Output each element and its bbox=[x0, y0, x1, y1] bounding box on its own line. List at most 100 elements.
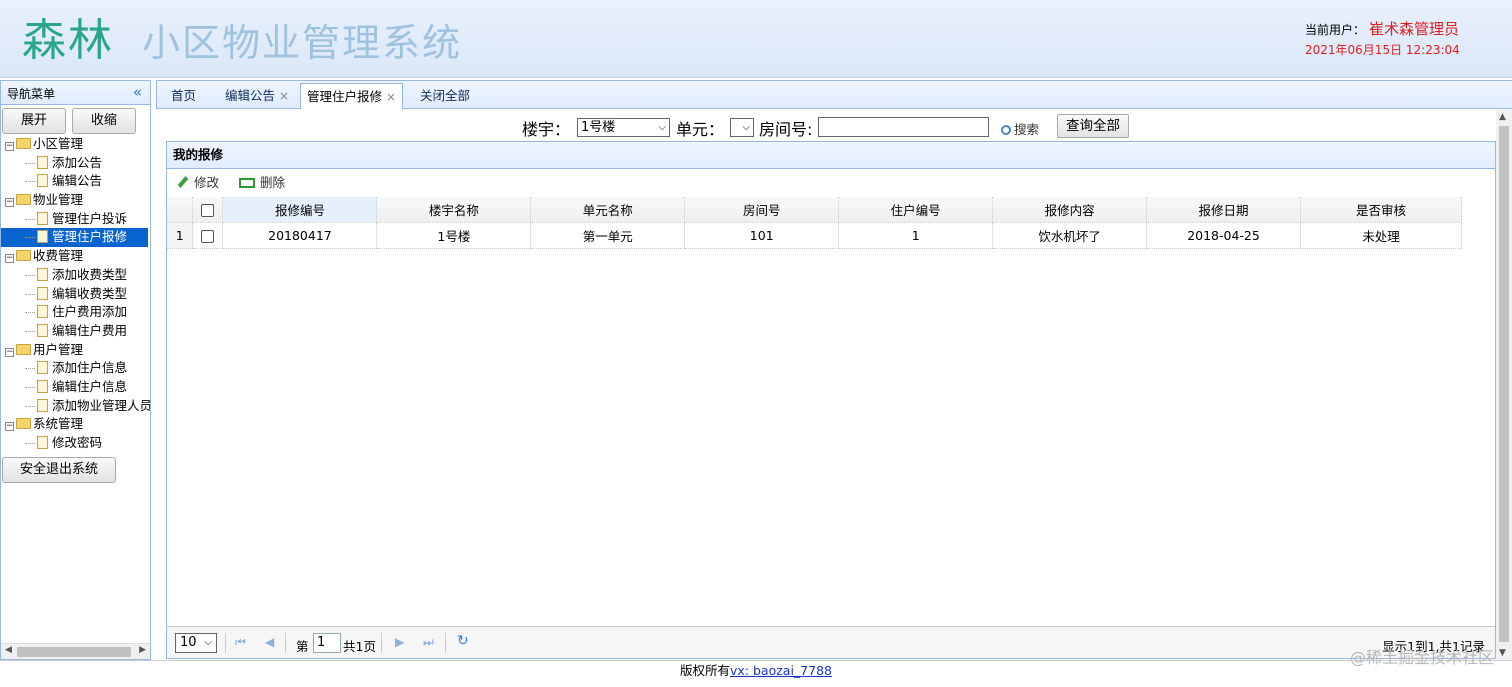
folder-icon bbox=[16, 194, 31, 206]
contact-link[interactable]: vx: baozai_7788 bbox=[730, 663, 832, 678]
sidebar-horizontal-scrollbar[interactable]: ◀ ▶ bbox=[1, 643, 150, 659]
tree-group-fees[interactable]: − 收费管理 bbox=[1, 247, 150, 266]
tree-group-system[interactable]: − 系统管理 bbox=[1, 415, 150, 434]
sidebar-item-add-resident[interactable]: 添加住户信息 bbox=[1, 359, 150, 378]
copyright-text: 版权所有 bbox=[680, 663, 731, 678]
page-number-input[interactable]: 1 bbox=[313, 633, 341, 653]
search-button[interactable]: 搜索 bbox=[1001, 119, 1039, 138]
column-header[interactable]: 报修编号 bbox=[222, 197, 378, 223]
file-icon bbox=[37, 323, 48, 337]
column-header[interactable]: 楼宇名称 bbox=[376, 197, 532, 223]
pager-divider bbox=[285, 633, 286, 653]
collapse-sidebar-icon[interactable]: « bbox=[133, 83, 142, 101]
select-all-checkbox[interactable] bbox=[201, 203, 215, 217]
sidebar-item-change-password[interactable]: 修改密码 bbox=[1, 434, 150, 453]
minus-icon[interactable]: − bbox=[5, 422, 14, 432]
pager-divider bbox=[445, 633, 446, 653]
sidebar-item-edit-resident-fee[interactable]: 编辑住户费用 bbox=[1, 322, 150, 341]
tab-close-all[interactable]: 关闭全部 bbox=[414, 83, 476, 109]
column-header[interactable]: 报修日期 bbox=[1146, 197, 1301, 223]
close-icon[interactable]: × bbox=[386, 90, 396, 104]
column-header[interactable]: 是否审核 bbox=[1300, 197, 1463, 223]
minus-icon[interactable]: − bbox=[5, 142, 14, 151]
pagination-bar: 10 ⌵ ⏮ ◀ 第 1 共1页 ▶ ⏭ ↻ 显示1到1,共1记录 bbox=[167, 626, 1495, 658]
sidebar-item-add-staff[interactable]: 添加物业管理人员 bbox=[1, 397, 150, 416]
building-select[interactable]: 1号楼 ⌵ bbox=[577, 118, 670, 137]
tree-group-label: 物业管理 bbox=[33, 192, 84, 208]
unit-select[interactable]: ⌵ bbox=[730, 118, 754, 137]
tab-content: 楼宇： 1号楼 ⌵ 单元： ⌵ 房间号: 搜索 查询全部 我的报修 修改 删除 报… bbox=[156, 110, 1512, 660]
sidebar-item-add-notice[interactable]: 添加公告 bbox=[1, 154, 150, 173]
delete-button[interactable]: 删除 bbox=[223, 175, 285, 190]
refresh-icon[interactable]: ↻ bbox=[457, 633, 469, 649]
collapse-button[interactable]: 收缩 bbox=[71, 108, 136, 134]
sidebar-item-label: 添加物业管理人员 bbox=[52, 397, 151, 413]
page-size-select[interactable]: 10 ⌵ bbox=[175, 633, 217, 653]
sidebar-item-complaints[interactable]: 管理住户投诉 bbox=[1, 210, 150, 229]
tab-manage-repairs[interactable]: 管理住户报修 × bbox=[300, 83, 404, 110]
column-header[interactable]: 住户编号 bbox=[838, 197, 994, 223]
scroll-left-icon[interactable]: ◀ bbox=[5, 645, 12, 655]
table-cell: 第一单元 bbox=[530, 222, 686, 249]
chevron-down-icon: ⌵ bbox=[658, 122, 666, 133]
file-icon bbox=[37, 361, 48, 375]
sidebar-item-edit-resident[interactable]: 编辑住户信息 bbox=[1, 378, 150, 397]
sidebar-item-repairs[interactable]: 管理住户报修 bbox=[1, 228, 148, 248]
scroll-right-icon[interactable]: ▶ bbox=[139, 645, 146, 655]
chevron-down-icon: ⌵ bbox=[742, 122, 750, 133]
column-header[interactable]: 房间号 bbox=[684, 197, 840, 223]
edit-button[interactable]: 修改 bbox=[177, 175, 219, 190]
minus-icon[interactable]: − bbox=[5, 347, 14, 357]
tree-group-users[interactable]: − 用户管理 bbox=[1, 341, 150, 360]
scroll-up-icon[interactable]: ▲ bbox=[1499, 112, 1506, 122]
main-vertical-scrollbar[interactable]: ▲ ▼ bbox=[1496, 110, 1512, 660]
repairs-panel: 我的报修 修改 删除 报修编号 楼宇名称 单元名称 房间号 住户编号 报修内容 … bbox=[166, 141, 1496, 659]
close-icon[interactable]: × bbox=[279, 89, 289, 103]
file-icon bbox=[37, 379, 48, 393]
scroll-down-icon[interactable]: ▼ bbox=[1499, 648, 1506, 658]
user-info: 当前用户： 崔术森管理员 2021年06月15日 12:23:04 bbox=[1305, 18, 1460, 58]
first-page-icon[interactable]: ⏮ bbox=[235, 635, 246, 650]
chevron-down-icon: ⌵ bbox=[204, 637, 212, 648]
last-page-icon[interactable]: ⏭ bbox=[423, 635, 434, 650]
folder-icon bbox=[16, 250, 31, 262]
logout-button[interactable]: 安全退出系统 bbox=[2, 456, 116, 483]
query-all-button[interactable]: 查询全部 bbox=[1057, 114, 1129, 138]
sidebar-item-add-resident-fee[interactable]: 住户费用添加 bbox=[1, 303, 150, 322]
tree-group-label: 小区管理 bbox=[33, 136, 84, 151]
footer: 版权所有vx: baozai_7788 bbox=[0, 660, 1512, 687]
tree-group-community[interactable]: − 小区管理 bbox=[1, 135, 150, 154]
table-row[interactable]: 1 20180417 1号楼 第一单元 101 1 饮水机坏了 2018-04-… bbox=[167, 222, 1463, 249]
sidebar-header: 导航菜单 « bbox=[1, 81, 150, 105]
expand-button[interactable]: 展开 bbox=[2, 108, 66, 134]
room-number-input[interactable] bbox=[818, 117, 989, 137]
sidebar-item-add-fee-type[interactable]: 添加收费类型 bbox=[1, 266, 150, 285]
row-checkbox[interactable] bbox=[201, 229, 215, 243]
folder-icon bbox=[16, 418, 31, 430]
sidebar-item-edit-fee-type[interactable]: 编辑收费类型 bbox=[1, 285, 150, 304]
file-icon bbox=[37, 211, 48, 225]
search-icon bbox=[1001, 125, 1011, 135]
tab-home[interactable]: 首页 bbox=[165, 83, 202, 109]
column-header[interactable]: 报修内容 bbox=[992, 197, 1148, 223]
panel-title: 我的报修 bbox=[167, 142, 1495, 169]
file-icon bbox=[37, 155, 48, 169]
row-checkbox-cell bbox=[192, 222, 224, 249]
nav-tree: − 小区管理 添加公告 编辑公告 − 物业管理 管理住户投诉 管理住户报修 − 收费管… bbox=[1, 135, 150, 453]
column-header[interactable]: 单元名称 bbox=[530, 197, 686, 223]
scrollbar-thumb[interactable] bbox=[1499, 126, 1509, 642]
sidebar-item-label: 修改密码 bbox=[52, 435, 103, 450]
tree-group-property[interactable]: − 物业管理 bbox=[1, 191, 150, 210]
prev-page-icon[interactable]: ◀ bbox=[265, 635, 274, 649]
sidebar-item-edit-notice[interactable]: 编辑公告 bbox=[1, 172, 150, 191]
tab-edit-notice[interactable]: 编辑公告 × bbox=[219, 83, 295, 109]
sidebar-item-label: 管理住户报修 bbox=[52, 229, 128, 245]
building-label: 楼宇： bbox=[522, 120, 571, 139]
minus-icon[interactable]: − bbox=[5, 254, 14, 264]
next-page-icon[interactable]: ▶ bbox=[395, 635, 404, 649]
scrollbar-thumb[interactable] bbox=[17, 647, 131, 657]
file-icon bbox=[37, 436, 48, 449]
tab-label: 关闭全部 bbox=[420, 88, 471, 103]
building-select-value: 1号楼 bbox=[581, 120, 616, 135]
minus-icon[interactable]: − bbox=[5, 198, 14, 208]
